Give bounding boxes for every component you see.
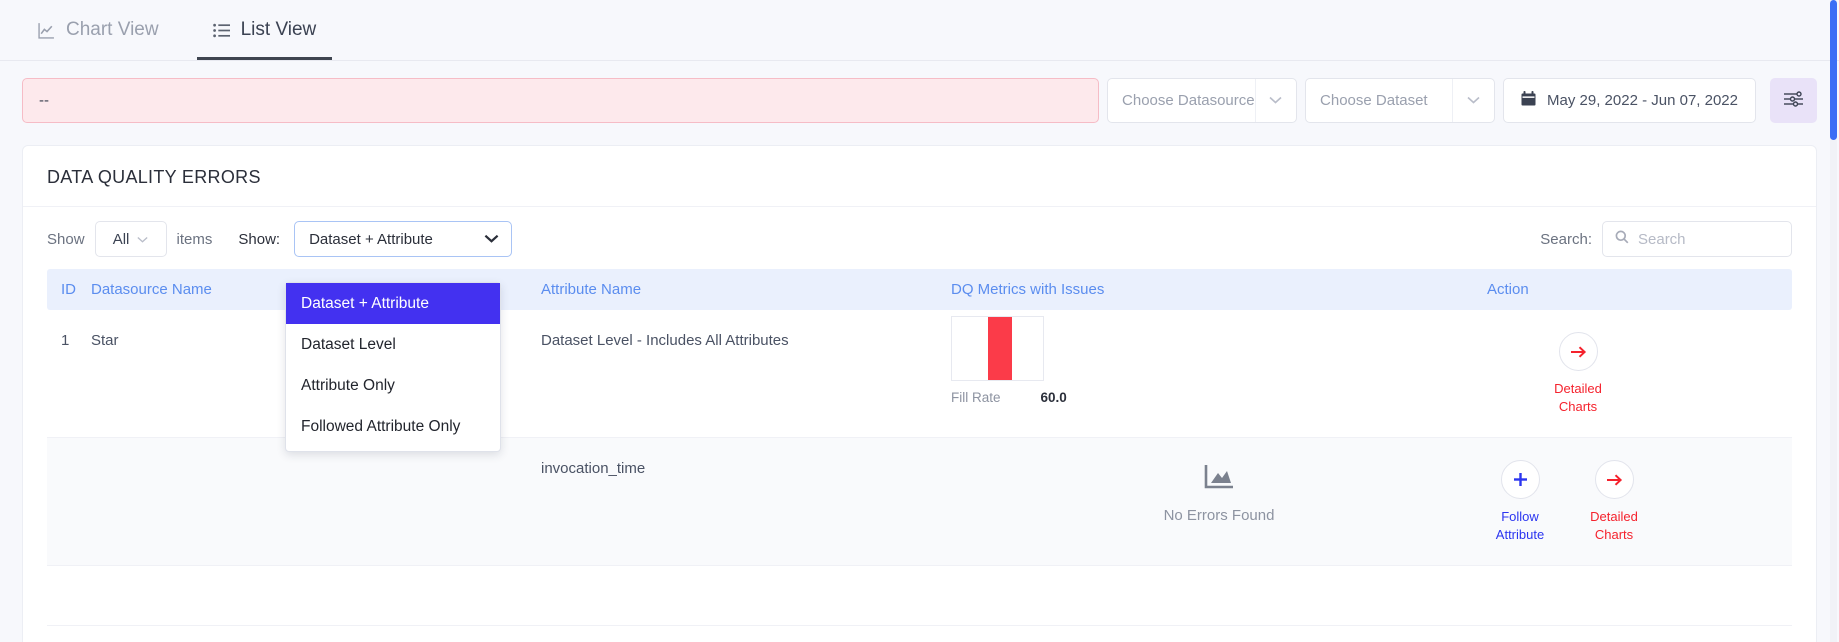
tab-chart-view-label: Chart View bbox=[66, 19, 159, 40]
cell-action: Follow Attribute Detailed Charts bbox=[1487, 438, 1792, 565]
table-controls: Show All items Show: Dataset + Attribute… bbox=[23, 207, 1816, 269]
table-row bbox=[47, 566, 1792, 626]
page-root: Chart View List View -- Choose Datasourc… bbox=[0, 0, 1839, 642]
cell-attribute: invocation_time bbox=[541, 460, 646, 477]
arrow-right-icon bbox=[1558, 332, 1598, 371]
chevron-down-icon bbox=[1452, 79, 1494, 122]
filter-bar: -- Choose Datasource Choose Dataset May … bbox=[0, 61, 1839, 123]
follow-attribute-button[interactable]: Follow Attribute bbox=[1487, 460, 1553, 543]
column-header-dq-metrics[interactable]: DQ Metrics with Issues bbox=[951, 281, 1487, 298]
cell-attribute: Dataset Level - Includes All Attributes bbox=[541, 332, 789, 349]
row-actions: Follow Attribute Detailed Charts bbox=[1487, 438, 1792, 543]
show-suffix-label: items bbox=[176, 230, 213, 248]
column-header-id[interactable]: ID bbox=[47, 281, 91, 298]
cell-datasource bbox=[91, 438, 331, 565]
date-range-picker[interactable]: May 29, 2022 - Jun 07, 2022 bbox=[1503, 78, 1756, 123]
column-header-action[interactable]: Action bbox=[1487, 281, 1792, 298]
line-chart-icon bbox=[38, 22, 55, 39]
view-tabs: Chart View List View bbox=[0, 0, 1839, 61]
dataset-select-label: Choose Dataset bbox=[1320, 92, 1428, 109]
arrow-right-icon bbox=[1594, 460, 1634, 499]
error-message-input[interactable]: -- bbox=[22, 78, 1100, 123]
sliders-icon bbox=[1783, 90, 1804, 112]
follow-attribute-label: Follow Attribute bbox=[1495, 509, 1545, 542]
cell-dq-metrics: No Errors Found bbox=[951, 438, 1487, 565]
mode-select-value: Dataset + Attribute bbox=[309, 230, 433, 248]
cell-id: 1 bbox=[61, 332, 70, 349]
tab-chart-view[interactable]: Chart View bbox=[22, 19, 175, 60]
dropdown-option-followed-attribute-only[interactable]: Followed Attribute Only bbox=[286, 406, 500, 447]
cell-action: Detailed Charts bbox=[1487, 310, 1792, 437]
filter-settings-button[interactable] bbox=[1770, 78, 1817, 123]
mode-dropdown-menu: Dataset + Attribute Dataset Level Attrib… bbox=[285, 282, 501, 452]
cell-dq-metrics: Fill Rate 60.0 bbox=[951, 310, 1487, 437]
metric-name: Fill Rate bbox=[951, 390, 1001, 405]
mode-select-label: Show: bbox=[238, 230, 281, 248]
no-errors-placeholder: No Errors Found bbox=[951, 438, 1487, 524]
table-row: invocation_time No Errors Found Follow A… bbox=[47, 438, 1792, 566]
calendar-icon bbox=[1521, 90, 1536, 111]
vertical-scrollbar[interactable] bbox=[1830, 0, 1837, 642]
dropdown-option-dataset-level[interactable]: Dataset Level bbox=[286, 324, 500, 365]
detailed-charts-button[interactable]: Detailed Charts bbox=[1545, 332, 1611, 415]
area-chart-icon bbox=[1204, 464, 1234, 495]
search-box[interactable] bbox=[1602, 221, 1792, 257]
datasource-select-label: Choose Datasource bbox=[1122, 92, 1255, 109]
page-title: DATA QUALITY ERRORS bbox=[23, 146, 1816, 207]
plus-icon bbox=[1500, 460, 1540, 499]
fill-rate-legend: Fill Rate 60.0 bbox=[951, 390, 1487, 405]
datasource-select[interactable]: Choose Datasource bbox=[1107, 78, 1298, 123]
no-errors-text: No Errors Found bbox=[1163, 507, 1275, 524]
fill-rate-mini-chart[interactable] bbox=[951, 316, 1044, 381]
cell-id bbox=[47, 566, 91, 625]
tab-list-view[interactable]: List View bbox=[196, 19, 333, 60]
error-message-value: -- bbox=[39, 92, 49, 109]
page-length-value: All bbox=[112, 230, 130, 248]
list-icon bbox=[212, 22, 230, 39]
search-icon bbox=[1615, 230, 1629, 249]
dropdown-option-dataset-attribute[interactable]: Dataset + Attribute bbox=[286, 283, 500, 324]
row-actions: Detailed Charts bbox=[1487, 310, 1792, 415]
detailed-charts-label: Detailed Charts bbox=[1554, 381, 1602, 414]
page-length-select[interactable]: All bbox=[94, 221, 167, 257]
metric-value: 60.0 bbox=[1040, 390, 1067, 405]
chevron-down-icon bbox=[137, 231, 148, 248]
fill-rate-bar bbox=[988, 317, 1012, 380]
detailed-charts-button[interactable]: Detailed Charts bbox=[1581, 460, 1647, 543]
search-area: Search: bbox=[1540, 221, 1792, 257]
chevron-down-icon bbox=[1254, 79, 1296, 122]
show-prefix-label: Show bbox=[47, 230, 85, 248]
cell-dataset bbox=[331, 438, 541, 565]
cell-id bbox=[47, 438, 91, 565]
column-header-attribute[interactable]: Attribute Name bbox=[541, 281, 951, 298]
tab-list-view-label: List View bbox=[240, 19, 317, 40]
dataset-select[interactable]: Choose Dataset bbox=[1305, 78, 1496, 123]
date-range-label: May 29, 2022 - Jun 07, 2022 bbox=[1547, 92, 1738, 109]
dropdown-option-attribute-only[interactable]: Attribute Only bbox=[286, 365, 500, 406]
scrollbar-thumb[interactable] bbox=[1830, 0, 1837, 140]
search-input[interactable] bbox=[1638, 230, 1768, 248]
chevron-down-icon bbox=[484, 231, 499, 248]
search-label: Search: bbox=[1540, 230, 1592, 248]
mode-select[interactable]: Dataset + Attribute bbox=[294, 221, 513, 257]
detailed-charts-label: Detailed Charts bbox=[1590, 509, 1638, 542]
